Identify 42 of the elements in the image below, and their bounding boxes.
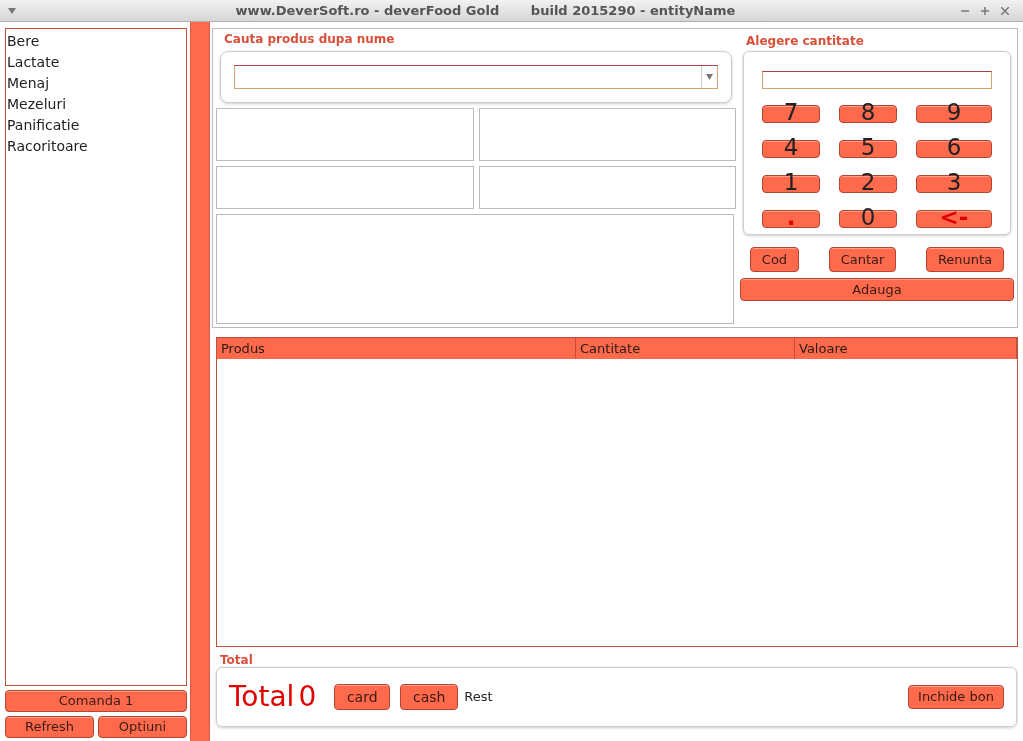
category-item[interactable]: Lactate <box>6 52 186 73</box>
keypad-key[interactable]: 7 <box>762 105 820 123</box>
keypad-key[interactable]: 8 <box>839 105 897 123</box>
search-combo-field[interactable] <box>234 65 718 89</box>
total-title: Total <box>219 653 254 667</box>
column-header[interactable]: Produs <box>217 338 576 359</box>
rest-label: Rest <box>464 688 493 707</box>
refresh-button[interactable]: Refresh <box>5 716 94 738</box>
keypad-key[interactable]: 9 <box>916 105 992 123</box>
action-button[interactable]: Renunta <box>926 247 1004 272</box>
keypad-key[interactable]: 4 <box>762 140 820 158</box>
keypad-key[interactable]: 3 <box>916 175 992 193</box>
keypad-key[interactable]: 0 <box>839 210 897 228</box>
category-item[interactable]: Racoritoare <box>6 136 186 157</box>
card-button[interactable]: card <box>334 684 391 710</box>
category-item[interactable]: Bere <box>6 31 186 52</box>
total-label: Total <box>229 683 295 711</box>
close-icon[interactable] <box>1001 6 1009 15</box>
quantity-title: Alegere cantitate <box>745 33 865 50</box>
quantity-field[interactable] <box>762 71 992 89</box>
maximize-icon[interactable] <box>981 6 989 15</box>
dropdown-arrow-icon[interactable] <box>706 74 713 80</box>
action-button[interactable]: Cod <box>750 247 799 272</box>
column-header[interactable]: Valoare <box>795 338 1017 359</box>
keypad-key[interactable]: 5 <box>839 140 897 158</box>
column-header[interactable]: Cantitate <box>576 338 795 359</box>
total-value: 0 <box>298 683 317 711</box>
search-title: Cauta produs dupa nume <box>223 32 396 46</box>
keypad-key[interactable]: 6 <box>916 140 992 158</box>
order-button[interactable]: Comanda 1 <box>5 690 187 712</box>
close-receipt-button[interactable]: Inchide bon <box>908 685 1004 709</box>
window-menu-icon[interactable] <box>8 7 16 14</box>
category-item[interactable]: Mezeluri <box>6 94 186 115</box>
keypad-key[interactable]: 2 <box>839 175 897 193</box>
cash-button[interactable]: cash <box>400 684 459 710</box>
window-title: www.DeverSoft.ro - deverFood Gold build 2015290 - entityName <box>234 1 737 20</box>
options-button[interactable]: Optiuni <box>98 716 187 738</box>
add-button[interactable]: Adauga <box>740 278 1014 301</box>
action-button[interactable]: Cantar <box>829 247 896 272</box>
category-item[interactable]: Panificatie <box>6 115 186 136</box>
keypad-key[interactable]: 1 <box>762 175 820 193</box>
category-item[interactable]: Menaj <box>6 73 186 94</box>
